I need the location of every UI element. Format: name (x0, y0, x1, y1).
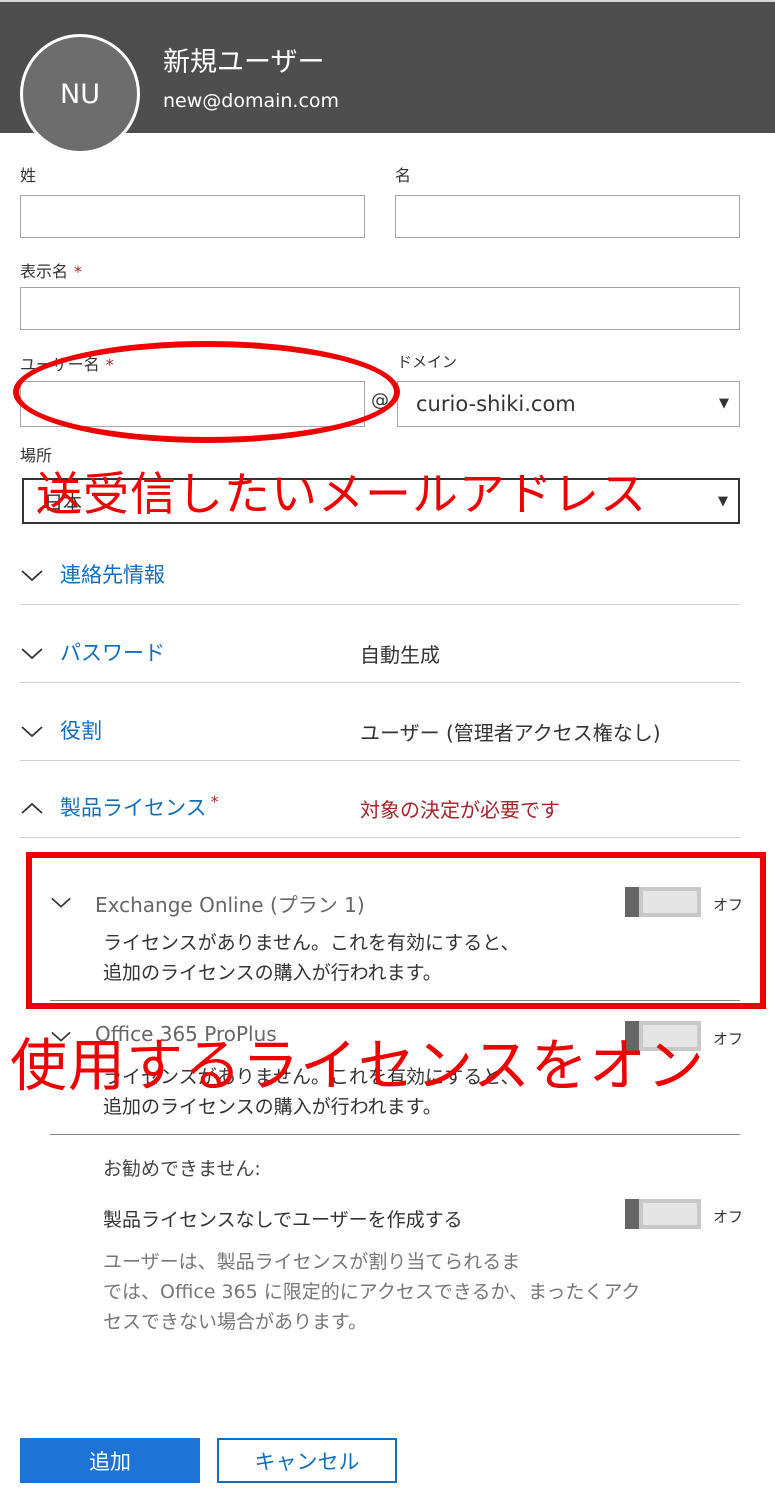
license-warning: 対象の決定が必要です (360, 798, 560, 822)
note-line: では、Office 365 に限定的にアクセスできるか、まったくアク (103, 1281, 641, 1303)
caret-down-icon: ▼ (719, 396, 729, 411)
section-title: 役割 (60, 719, 102, 743)
add-button[interactable]: 追加 (20, 1438, 200, 1483)
section-contact-info[interactable]: 連絡先情報 (20, 547, 740, 605)
section-value: ユーザー (管理者アクセス権なし) (360, 721, 661, 745)
last-name-label: 姓 (20, 166, 37, 185)
not-recommended-heading: お勧めできません: (103, 1158, 261, 1180)
panel-title: 新規ユーザー (163, 47, 325, 78)
section-title: 製品ライセンス * (60, 792, 219, 822)
first-name-label: 名 (395, 166, 412, 185)
annotation-username-note: 送受信したいメールアドレス (36, 467, 647, 521)
user-email: new@domain.com (163, 90, 340, 112)
toggle-knob (625, 1199, 639, 1229)
avatar: NU (20, 34, 140, 154)
first-name-input[interactable] (395, 195, 740, 238)
cancel-button[interactable]: キャンセル (217, 1438, 397, 1483)
domain-label: ドメイン (397, 353, 458, 371)
no-license-note: ユーザーは、製品ライセンスが割り当てられるま では、Office 365 に限定… (103, 1247, 640, 1337)
chevron-down-icon (21, 726, 43, 738)
section-title: 連絡先情報 (60, 563, 165, 587)
section-product-license[interactable]: 製品ライセンス * 対象の決定が必要です (20, 780, 740, 838)
display-name-label: 表示名 * (20, 258, 82, 282)
caret-down-icon: ▼ (718, 494, 728, 509)
domain-select-value: curio-shiki.com (416, 392, 576, 416)
toggle-track (643, 1203, 697, 1225)
section-title: パスワード (60, 641, 165, 665)
annotation-box (26, 852, 766, 1009)
note-line: ユーザーは、製品ライセンスが割り当てられるま (103, 1251, 521, 1273)
annotation-license-note: 使用するライセンスをオン (10, 1033, 705, 1099)
chevron-up-icon (21, 802, 43, 814)
divider (50, 1134, 740, 1135)
display-name-input[interactable] (20, 287, 740, 330)
annotation-ellipse (13, 341, 400, 443)
chevron-down-icon (21, 570, 43, 582)
no-license-toggle[interactable] (625, 1199, 701, 1229)
last-name-input[interactable] (20, 195, 365, 238)
required-mark: * (74, 262, 83, 281)
section-value: 自動生成 (360, 643, 440, 667)
section-title-text: 製品ライセンス (60, 796, 207, 820)
toggle-label: オフ (713, 1208, 744, 1226)
required-mark: * (210, 792, 219, 811)
display-name-label-text: 表示名 (20, 262, 69, 281)
no-license-option-label: 製品ライセンスなしでユーザーを作成する (103, 1209, 463, 1231)
section-role[interactable]: 役割 ユーザー (管理者アクセス権なし) (20, 703, 740, 761)
domain-select[interactable]: curio-shiki.com ▼ (397, 381, 740, 427)
section-password[interactable]: パスワード 自動生成 (20, 625, 740, 683)
chevron-down-icon (21, 648, 43, 660)
toggle-label: オフ (713, 1030, 744, 1048)
note-line: セスできない場合があります。 (103, 1311, 368, 1333)
